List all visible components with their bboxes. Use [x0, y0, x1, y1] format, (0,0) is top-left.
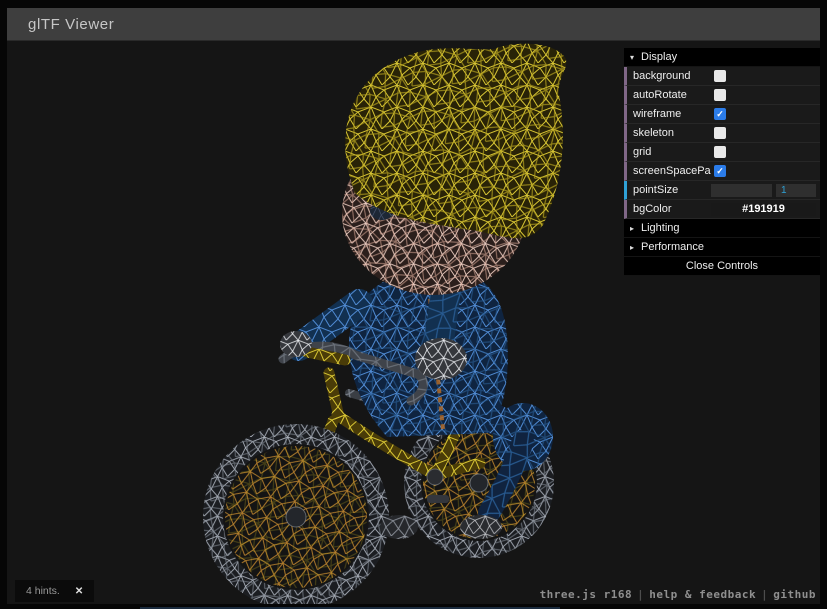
hints-toast: 4 hints. ✕: [15, 580, 94, 602]
separator: |: [637, 588, 644, 601]
threejs-version: three.js r168: [540, 588, 633, 601]
checkbox-background[interactable]: [714, 70, 726, 82]
footer-credits: three.js r168 | help & feedback | github: [540, 588, 816, 601]
control-label-screenspacepan: screenSpacePan...: [633, 165, 711, 177]
control-label-bgcolor: bgColor: [633, 203, 711, 215]
hints-label: 4 hints.: [26, 585, 60, 597]
app-window: glTF Viewer: [7, 8, 820, 604]
bgcolor-value[interactable]: #191919: [711, 203, 816, 216]
control-row-grid: grid: [624, 143, 820, 162]
pointsize-input[interactable]: 1: [776, 184, 816, 197]
checkbox-wireframe[interactable]: ✓: [714, 108, 726, 120]
checkbox-skeleton[interactable]: [714, 127, 726, 139]
app-header: glTF Viewer: [7, 8, 820, 41]
help-feedback-link[interactable]: help & feedback: [649, 588, 756, 601]
control-row-wireframe: wireframe ✓: [624, 105, 820, 124]
close-icon[interactable]: ✕: [75, 586, 83, 597]
page-title: glTF Viewer: [28, 16, 114, 33]
folder-performance[interactable]: ▸ Performance: [624, 238, 820, 257]
pointsize-slider[interactable]: [711, 184, 772, 197]
checkbox-screenspacepan[interactable]: ✓: [714, 165, 726, 177]
control-row-skeleton: skeleton: [624, 124, 820, 143]
control-label-wireframe: wireframe: [633, 108, 711, 120]
left-shoe: [380, 515, 418, 539]
control-label-pointsize: pointSize: [633, 184, 711, 196]
control-label-autorotate: autoRotate: [633, 89, 711, 101]
control-label-background: background: [633, 70, 711, 82]
checkbox-grid[interactable]: [714, 146, 726, 158]
control-row-autorotate: autoRotate: [624, 86, 820, 105]
control-row-pointsize: pointSize 1: [624, 181, 820, 200]
folder-lighting[interactable]: ▸ Lighting: [624, 219, 820, 238]
caret-right-icon: ▸: [630, 243, 641, 252]
caret-right-icon: ▸: [630, 224, 641, 233]
folder-lighting-label: Lighting: [641, 222, 680, 234]
folder-display-label: Display: [641, 51, 677, 63]
control-label-skeleton: skeleton: [633, 127, 711, 139]
control-row-screenspacepan: screenSpacePan... ✓: [624, 162, 820, 181]
control-row-bgcolor: bgColor #191919: [624, 200, 820, 219]
close-controls-button[interactable]: Close Controls: [624, 257, 820, 276]
control-row-background: background: [624, 67, 820, 86]
checkbox-autorotate[interactable]: [714, 89, 726, 101]
folder-performance-label: Performance: [641, 241, 704, 253]
controls-panel: ▾ Display background autoRotate wirefram…: [624, 48, 820, 276]
separator: |: [761, 588, 768, 601]
control-label-grid: grid: [633, 146, 711, 158]
front-wheel: [203, 424, 389, 604]
folder-display[interactable]: ▾ Display: [624, 48, 820, 67]
github-link[interactable]: github: [773, 588, 816, 601]
right-shoe: [460, 515, 502, 539]
caret-down-icon: ▾: [630, 53, 641, 62]
